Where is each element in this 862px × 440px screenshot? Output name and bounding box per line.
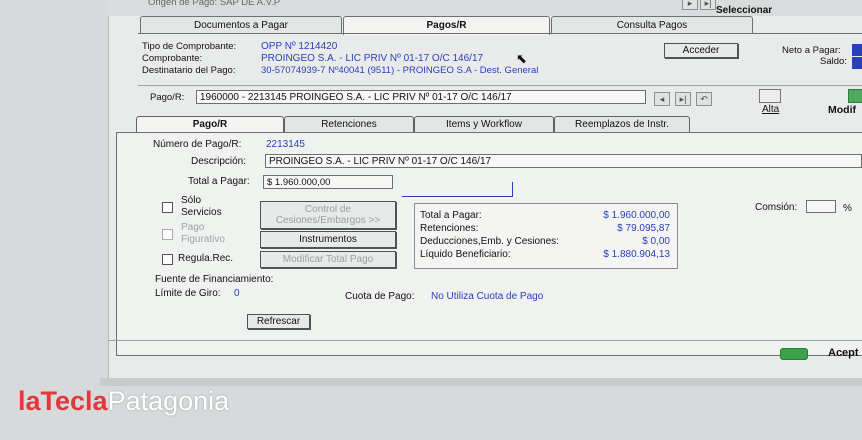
limite-value: 0 (234, 288, 240, 299)
comision-label: Comsión: (755, 202, 798, 213)
tab-pago-r[interactable]: Pago/R (136, 116, 284, 133)
numero-label: Número de Pago/R: (153, 139, 242, 150)
window-shadow (100, 378, 862, 386)
summary-label: Retenciones: (420, 223, 479, 234)
next-icon[interactable]: ▸ (682, 0, 698, 10)
origin-label: Origen de Pago: SAP DE A.V.P (148, 0, 281, 8)
comprobante-label: Comprobante: (142, 53, 203, 64)
accept-button[interactable]: Acept (828, 347, 859, 359)
summary-label: Líquido Beneficiario: (420, 249, 511, 260)
control-cesiones-label-2: Cesiones/Embargos >> (275, 215, 381, 226)
tab-retenciones[interactable]: Retenciones (284, 116, 414, 133)
summary-value: $ 1.880.904,13 (603, 249, 670, 260)
next-record-icon[interactable]: ▸| (675, 92, 691, 106)
watermark-part-2: Patagonia (107, 386, 230, 416)
previous-icon[interactable]: ◂ (654, 92, 670, 106)
pago-figurativo-checkbox[interactable] (162, 229, 173, 240)
regula-rec-checkbox[interactable] (162, 254, 173, 265)
solo-servicios-label-2: Servicios (181, 207, 222, 218)
pago-selector-label: Pago/R: (150, 92, 185, 103)
title-strip: Origen de Pago: SAP DE A.V.P ▸ ▸| Selecc… (108, 0, 862, 16)
tipo-value: OPP Nº 1214420 (261, 41, 338, 52)
cuota-value: No Utiliza Cuota de Pago (431, 291, 544, 302)
tab-reemplazos[interactable]: Reemplazos de Instr. (554, 116, 690, 133)
total-label: Total a Pagar: (188, 176, 250, 187)
summary-value: $ 0,00 (642, 236, 670, 247)
tab-consulta-pagos[interactable]: Consulta Pagos (551, 16, 753, 34)
comprobante-value: PROINGEO S.A. - LIC PRIV Nº 01-17 O/C 14… (261, 53, 484, 64)
control-cesiones-label-1: Control de (304, 204, 352, 215)
instrumentos-button[interactable]: Instrumentos (260, 231, 396, 248)
limite-label: Límite de Giro: (155, 288, 221, 299)
saldo-value-marker (852, 57, 862, 69)
focus-indicator (402, 182, 513, 197)
footer-divider (108, 340, 862, 341)
destinatario-label: Destinatario del Pago: (142, 65, 236, 76)
alta-icon[interactable] (759, 89, 781, 103)
numero-value: 2213145 (266, 139, 305, 150)
modif-icon[interactable] (848, 89, 862, 103)
destinatario-value: 30-57074939-7 Nº40041 (9511) - PROINGEO … (261, 65, 539, 76)
tab-documentos-a-pagar[interactable]: Documentos a Pagar (140, 16, 342, 34)
accept-icon[interactable] (780, 348, 808, 360)
neto-label: Neto a Pagar: (782, 45, 841, 56)
pago-figurativo-label-2: Figurativo (181, 234, 225, 245)
summary-value: $ 1.960.000,00 (603, 210, 670, 221)
summary-label: Deducciones,Emb. y Cesiones: (420, 236, 559, 247)
tipo-label: Tipo de Comprobante: (142, 41, 237, 52)
pago-figurativo-label-1: Pago (181, 222, 205, 233)
undo-icon[interactable]: ↶ (696, 92, 712, 106)
solo-servicios-checkbox[interactable] (162, 202, 173, 213)
refrescar-button[interactable]: Refrescar (247, 314, 310, 329)
regula-rec-label: Regula.Rec. (178, 253, 234, 264)
saldo-label: Saldo: (820, 56, 847, 67)
comision-field[interactable] (806, 200, 836, 213)
solo-servicios-label-1: Sólo (181, 195, 202, 206)
acceder-button[interactable]: Acceder (664, 43, 738, 58)
watermark-logo: laTeclaPatagonia (18, 386, 229, 417)
tab-items-workflow[interactable]: Items y Workflow (414, 116, 554, 133)
pago-selector-combo[interactable]: 1960000 - 2213145 PROINGEO S.A. - LIC PR… (196, 90, 646, 104)
alta-button[interactable]: Alta (762, 104, 779, 115)
select-button[interactable]: Seleccionar (716, 5, 772, 16)
modif-button[interactable]: Modif (828, 104, 856, 116)
summary-label: Total a Pagar: (420, 210, 482, 221)
control-cesiones-button[interactable]: Control de Cesiones/Embargos >> (260, 201, 396, 229)
last-icon[interactable]: ▸| (700, 0, 716, 10)
cuota-label: Cuota de Pago: (345, 291, 415, 302)
neto-value-marker (852, 44, 862, 56)
descripcion-field[interactable]: PROINGEO S.A. - LIC PRIV Nº 01-17 O/C 14… (265, 154, 862, 168)
total-field[interactable]: $ 1.960.000,00 (263, 175, 393, 189)
percent-label: % (843, 203, 852, 214)
modificar-total-button[interactable]: Modificar Total Pago (260, 251, 396, 268)
summary-value: $ 79.095,87 (617, 223, 670, 234)
watermark-part-1: laTecla (18, 386, 108, 416)
fuente-label: Fuente de Financiamiento: (155, 274, 274, 285)
descripcion-label: Descripción: (191, 156, 247, 167)
